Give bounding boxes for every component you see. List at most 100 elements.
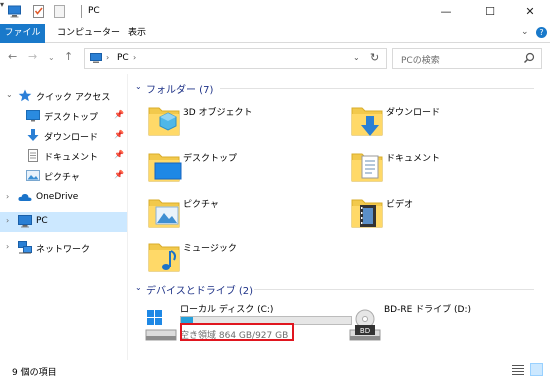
breadcrumb-separator[interactable]: ›	[133, 53, 136, 62]
status-bar: 9 個の項目	[0, 360, 550, 380]
folders-group-header[interactable]: ⌄ フォルダー (7)	[128, 79, 540, 97]
properties-icon[interactable]	[32, 5, 45, 18]
address-dropdown-button[interactable]: ⌄	[353, 53, 360, 62]
tab-file[interactable]: ファイル	[0, 24, 45, 43]
folder-downloads[interactable]: ダウンロード	[349, 100, 539, 140]
sidebar-item-documents[interactable]: ドキュメント 📌	[0, 146, 127, 166]
sidebar-item-label: ネットワーク	[36, 245, 91, 255]
maximize-button[interactable]: ☐	[470, 0, 510, 24]
desktop-folder-icon	[148, 153, 182, 182]
forward-button[interactable]: →	[28, 50, 37, 63]
sidebar-item-label: OneDrive	[36, 192, 79, 202]
annotation-highlight-box	[180, 323, 294, 341]
search-input[interactable]: PCの検索	[392, 48, 542, 69]
pictures-icon	[26, 170, 40, 181]
windows-drive-icon	[145, 310, 177, 341]
ribbon-expand-icon[interactable]: ⌄	[521, 27, 529, 37]
folder-label: デスクトップ	[183, 154, 238, 164]
documents-folder-icon	[351, 153, 383, 182]
navigation-bar: ← → ⌄ ↑ › PC › ⌄ ↻ PCの検索	[0, 44, 550, 72]
recent-locations-button[interactable]: ⌄	[48, 53, 55, 62]
tab-computer[interactable]: コンピューター	[49, 24, 128, 43]
folder-music[interactable]: ミュージック	[146, 236, 336, 276]
drives-group-header[interactable]: ⌄ デバイスとドライブ (2)	[128, 280, 540, 298]
title-separator	[81, 5, 82, 18]
star-icon	[18, 89, 32, 102]
3d-objects-folder-icon	[148, 107, 180, 136]
address-bar[interactable]: › PC › ⌄ ↻	[84, 48, 387, 69]
content-pane: ⌄ フォルダー (7) 3D オブジェクト ダウンロード デスクトップ ドキュメ…	[128, 74, 550, 360]
chevron-down-icon[interactable]: ⌄	[6, 90, 13, 99]
new-folder-icon[interactable]	[53, 5, 66, 18]
pin-icon[interactable]: 📌	[114, 170, 124, 179]
navigation-pane: ⌄ クイック アクセス デスクトップ 📌 ダウンロード 📌 ドキュメント 📌 ピ…	[0, 74, 127, 360]
downloads-folder-icon	[351, 107, 383, 136]
sidebar-item-quick-access[interactable]: ⌄ クイック アクセス	[0, 86, 127, 106]
folder-label: ドキュメント	[386, 154, 441, 164]
window-title: PC	[88, 6, 100, 16]
folder-3d-objects[interactable]: 3D オブジェクト	[146, 100, 336, 140]
search-icon[interactable]	[523, 52, 535, 64]
pin-icon[interactable]: 📌	[114, 130, 124, 139]
chevron-down-icon[interactable]: ⌄	[135, 82, 142, 91]
sidebar-item-desktop[interactable]: デスクトップ 📌	[0, 106, 127, 126]
folder-desktop[interactable]: デスクトップ	[146, 146, 336, 186]
music-folder-icon	[148, 243, 180, 272]
folder-label: 3D オブジェクト	[183, 108, 253, 118]
folder-documents[interactable]: ドキュメント	[349, 146, 539, 186]
close-button[interactable]: ✕	[510, 0, 550, 24]
folder-label: ピクチャ	[183, 200, 219, 210]
drives-group-title: デバイスとドライブ (2)	[146, 286, 254, 297]
sidebar-item-label: デスクトップ	[44, 113, 99, 123]
pin-icon[interactable]: 📌	[114, 150, 124, 159]
sidebar-item-network[interactable]: › ネットワーク	[0, 238, 127, 258]
folder-label: ダウンロード	[386, 108, 441, 118]
sidebar-item-label: ピクチャ	[44, 173, 80, 183]
sidebar-item-label: ダウンロード	[44, 133, 99, 143]
chevron-right-icon[interactable]: ›	[6, 242, 9, 251]
breadcrumb-pc[interactable]: PC	[117, 53, 129, 63]
sidebar-item-onedrive[interactable]: › OneDrive	[0, 188, 127, 208]
title-bar: ▾ PC — ☐ ✕	[0, 0, 550, 24]
minimize-button[interactable]: —	[426, 0, 466, 24]
drive-label: BD-RE ドライブ (D:)	[384, 305, 471, 315]
drive-d[interactable]: BD BD-RE ドライブ (D:)	[348, 302, 538, 352]
sidebar-item-label: PC	[36, 216, 48, 226]
network-icon	[18, 241, 32, 254]
videos-folder-icon	[351, 199, 383, 228]
tab-view[interactable]: 表示	[120, 24, 154, 43]
chevron-right-icon[interactable]: ›	[6, 216, 9, 225]
back-button[interactable]: ←	[8, 50, 17, 63]
search-placeholder: PCの検索	[401, 56, 440, 66]
pin-icon[interactable]: 📌	[114, 110, 124, 119]
computer-icon	[18, 215, 32, 228]
bd-badge-text: BD	[360, 327, 370, 335]
sidebar-item-pictures[interactable]: ピクチャ 📌	[0, 166, 127, 186]
folder-pictures[interactable]: ピクチャ	[146, 192, 336, 232]
sidebar-item-label: クイック アクセス	[36, 93, 111, 103]
drive-label: ローカル ディスク (C:)	[180, 305, 274, 315]
sidebar-item-label: ドキュメント	[44, 153, 99, 163]
chevron-right-icon[interactable]: ›	[6, 192, 9, 201]
chevron-down-icon[interactable]: ⌄	[135, 283, 142, 292]
folder-videos[interactable]: ビデオ	[349, 192, 539, 232]
refresh-button[interactable]: ↻	[370, 51, 379, 64]
help-icon[interactable]: ?	[536, 27, 547, 38]
details-view-icon[interactable]	[512, 364, 524, 375]
file-explorer-window: ▾ PC — ☐ ✕ ファイル コンピューター 表示 ⌄ ? ← → ⌄ ↑ ›…	[0, 0, 550, 380]
desktop-folder-icon	[26, 110, 40, 122]
quick-access-dropdown[interactable]: ▾	[0, 0, 4, 9]
breadcrumb-separator[interactable]: ›	[106, 53, 109, 62]
folder-label: ビデオ	[386, 200, 414, 210]
sidebar-item-downloads[interactable]: ダウンロード 📌	[0, 126, 127, 146]
item-count: 9 個の項目	[12, 368, 57, 378]
folder-label: ミュージック	[183, 244, 237, 254]
cloud-icon	[18, 193, 32, 201]
group-divider-line	[254, 289, 534, 290]
up-button[interactable]: ↑	[64, 50, 73, 63]
group-divider-line	[220, 88, 534, 89]
sidebar-item-pc[interactable]: › PC	[0, 212, 127, 232]
tiles-view-icon[interactable]	[530, 363, 543, 376]
folders-group-title: フォルダー (7)	[146, 85, 214, 96]
pictures-folder-icon	[148, 199, 180, 228]
